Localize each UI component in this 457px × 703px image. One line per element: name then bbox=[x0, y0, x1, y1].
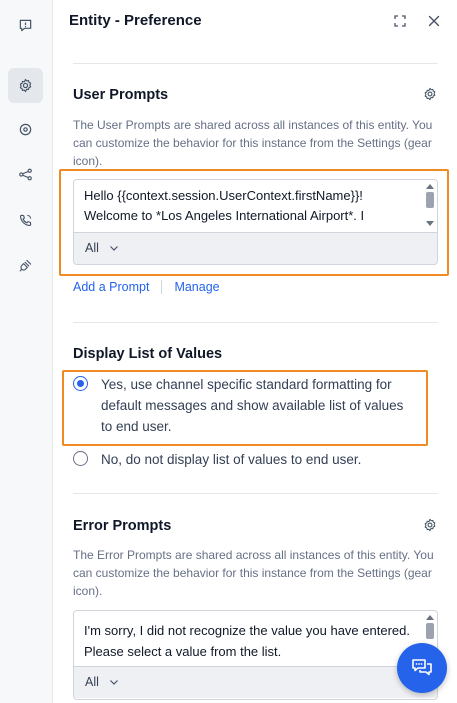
radio-no[interactable] bbox=[73, 451, 88, 466]
add-prompt-link[interactable]: Add a Prompt bbox=[73, 280, 149, 294]
manage-link[interactable]: Manage bbox=[174, 280, 219, 294]
radio-no-label[interactable]: No, do not display list of values to end… bbox=[101, 449, 361, 470]
panel-header: Entity - Preference bbox=[53, 0, 457, 42]
channel-select-value: All bbox=[85, 675, 99, 689]
user-prompt-editor[interactable]: Hello {{context.session.UserContext.firs… bbox=[73, 179, 438, 265]
rail-item-integrations[interactable] bbox=[8, 248, 43, 283]
user-prompts-description: The User Prompts are shared across all i… bbox=[73, 118, 433, 168]
chevron-down-icon bbox=[109, 680, 118, 685]
target-icon bbox=[19, 123, 32, 136]
scroll-thumb[interactable] bbox=[426, 192, 434, 208]
error-prompt-editor[interactable]: I'm sorry, I did not recognize the value… bbox=[73, 610, 438, 700]
plug-icon bbox=[19, 259, 32, 272]
error-prompts-gear-icon[interactable] bbox=[423, 518, 437, 532]
gear-icon bbox=[19, 78, 32, 93]
user-prompt-scrollbar[interactable] bbox=[425, 184, 435, 226]
user-prompts-gear-icon[interactable] bbox=[423, 87, 437, 101]
scroll-down-arrow[interactable] bbox=[426, 221, 434, 226]
rail-item-flow[interactable] bbox=[8, 157, 43, 192]
divider bbox=[73, 63, 438, 64]
phone-icon bbox=[19, 214, 32, 227]
chevron-down-icon bbox=[109, 246, 118, 251]
expand-icon[interactable] bbox=[392, 13, 408, 29]
divider bbox=[73, 322, 438, 323]
rail-item-target[interactable] bbox=[8, 112, 43, 147]
error-prompts-description: The Error Prompts are shared across all … bbox=[73, 548, 434, 598]
rail-item-comments[interactable] bbox=[8, 8, 43, 43]
rail-item-voice[interactable] bbox=[8, 203, 43, 238]
left-rail bbox=[0, 0, 53, 703]
display-option-no[interactable]: No, do not display list of values to end… bbox=[73, 449, 413, 470]
error-prompts-title: Error Prompts bbox=[73, 518, 172, 534]
display-option-yes[interactable]: Yes, use channel specific standard forma… bbox=[73, 374, 413, 437]
scroll-up-arrow[interactable] bbox=[426, 615, 434, 620]
channel-select-value: All bbox=[85, 241, 99, 255]
user-prompt-line: Welcome to *Los Angeles International Ai… bbox=[84, 208, 365, 223]
chat-fab-button[interactable] bbox=[397, 643, 447, 693]
rail-item-settings[interactable] bbox=[8, 68, 43, 103]
channel-bar: All bbox=[74, 232, 437, 264]
user-prompts-title: User Prompts bbox=[73, 87, 169, 103]
channel-select[interactable]: All bbox=[85, 241, 119, 255]
scroll-up-arrow[interactable] bbox=[426, 184, 434, 189]
user-prompt-text[interactable]: Hello {{context.session.UserContext.firs… bbox=[84, 186, 419, 226]
radio-yes-label[interactable]: Yes, use channel specific standard forma… bbox=[101, 374, 413, 437]
channel-select[interactable]: All bbox=[85, 675, 119, 689]
channel-bar: All bbox=[74, 666, 437, 698]
close-icon[interactable] bbox=[426, 13, 442, 29]
divider bbox=[73, 493, 438, 494]
radio-yes[interactable] bbox=[73, 376, 88, 391]
entity-preference-panel: Entity - Preference User Prompts The Use… bbox=[53, 0, 457, 703]
user-prompt-links: Add a Prompt Manage bbox=[73, 280, 220, 294]
panel-title: Entity - Preference bbox=[69, 12, 202, 29]
link-separator bbox=[161, 280, 163, 294]
user-prompt-line: Hello {{context.session.UserContext.firs… bbox=[84, 188, 363, 203]
scroll-thumb[interactable] bbox=[426, 623, 434, 639]
chat-bubbles-icon bbox=[412, 659, 432, 676]
comment-alert-icon bbox=[19, 19, 32, 32]
share-nodes-icon bbox=[19, 168, 32, 181]
display-list-title: Display List of Values bbox=[73, 346, 223, 362]
error-prompt-text[interactable]: I'm sorry, I did not recognize the value… bbox=[84, 620, 414, 662]
